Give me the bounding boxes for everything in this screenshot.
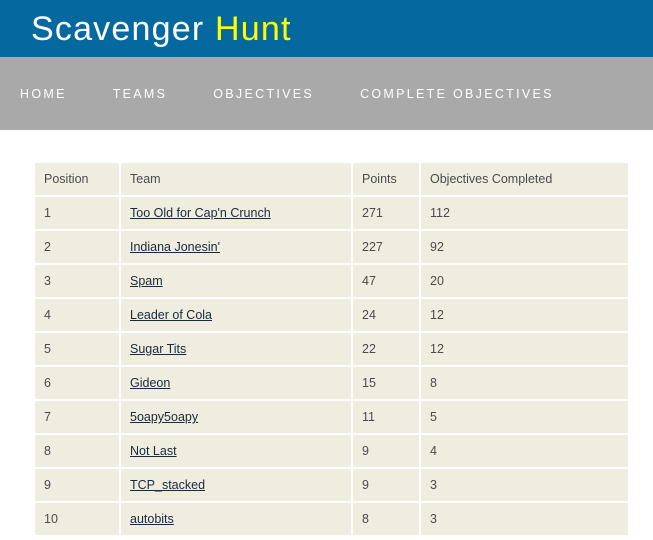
table-row: 7 5oapy5oapy 11 5 (35, 401, 628, 433)
team-link[interactable]: Leader of Cola (130, 308, 212, 322)
nav-item-objectives[interactable]: OBJECTIVES (213, 85, 314, 103)
cell-objectives-completed: 4 (421, 435, 628, 467)
scoreboard-table: Position Team Points Objectives Complete… (33, 161, 630, 537)
cell-team: TCP_stacked (121, 469, 351, 501)
cell-team: Too Old for Cap'n Crunch (121, 197, 351, 229)
table-row: 6 Gideon 15 8 (35, 367, 628, 399)
table-row: 3 Spam 47 20 (35, 265, 628, 297)
nav-item-complete-objectives[interactable]: COMPLETE OBJECTIVES (360, 85, 554, 103)
cell-objectives-completed: 8 (421, 367, 628, 399)
cell-position: 4 (35, 299, 119, 331)
table-row: 10 autobits 8 3 (35, 503, 628, 535)
page-title-accent: Hunt (215, 9, 292, 48)
team-link[interactable]: Spam (130, 274, 163, 288)
page-title-main: Scavenger (31, 9, 205, 48)
page-title: Scavenger Hunt (31, 12, 292, 46)
table-header-row: Position Team Points Objectives Complete… (35, 163, 628, 195)
cell-position: 5 (35, 333, 119, 365)
cell-position: 9 (35, 469, 119, 501)
main-content: Position Team Points Objectives Complete… (0, 130, 653, 537)
table-row: 4 Leader of Cola 24 12 (35, 299, 628, 331)
cell-team: Indiana Jonesin' (121, 231, 351, 263)
team-link[interactable]: Indiana Jonesin' (130, 240, 220, 254)
table-row: 2 Indiana Jonesin' 227 92 (35, 231, 628, 263)
cell-team: autobits (121, 503, 351, 535)
cell-position: 1 (35, 197, 119, 229)
nav-link-home[interactable]: HOME (20, 87, 67, 101)
cell-objectives-completed: 12 (421, 299, 628, 331)
team-link[interactable]: 5oapy5oapy (130, 410, 198, 424)
nav-item-teams[interactable]: TEAMS (113, 85, 168, 103)
nav-link-objectives[interactable]: OBJECTIVES (213, 87, 314, 101)
cell-points: 271 (353, 197, 419, 229)
column-header-position: Position (35, 163, 119, 195)
cell-team: Sugar Tits (121, 333, 351, 365)
team-link[interactable]: Too Old for Cap'n Crunch (130, 206, 271, 220)
cell-team: Leader of Cola (121, 299, 351, 331)
cell-points: 227 (353, 231, 419, 263)
cell-points: 47 (353, 265, 419, 297)
cell-points: 22 (353, 333, 419, 365)
site-header: Scavenger Hunt (0, 0, 653, 57)
column-header-points: Points (353, 163, 419, 195)
nav-link-teams[interactable]: TEAMS (113, 87, 168, 101)
cell-position: 2 (35, 231, 119, 263)
table-row: 5 Sugar Tits 22 12 (35, 333, 628, 365)
cell-team: 5oapy5oapy (121, 401, 351, 433)
team-link[interactable]: Not Last (130, 444, 177, 458)
cell-position: 6 (35, 367, 119, 399)
team-link[interactable]: Gideon (130, 376, 170, 390)
cell-objectives-completed: 20 (421, 265, 628, 297)
cell-objectives-completed: 12 (421, 333, 628, 365)
team-link[interactable]: Sugar Tits (130, 342, 186, 356)
table-row: 1 Too Old for Cap'n Crunch 271 112 (35, 197, 628, 229)
cell-points: 24 (353, 299, 419, 331)
column-header-objectives-completed: Objectives Completed (421, 163, 628, 195)
scoreboard-header: Position Team Points Objectives Complete… (35, 163, 628, 195)
cell-team: Spam (121, 265, 351, 297)
table-row: 9 TCP_stacked 9 3 (35, 469, 628, 501)
cell-points: 15 (353, 367, 419, 399)
cell-points: 8 (353, 503, 419, 535)
nav-item-home[interactable]: HOME (20, 85, 67, 103)
cell-team: Gideon (121, 367, 351, 399)
cell-objectives-completed: 3 (421, 469, 628, 501)
cell-position: 10 (35, 503, 119, 535)
cell-team: Not Last (121, 435, 351, 467)
cell-objectives-completed: 5 (421, 401, 628, 433)
cell-points: 9 (353, 469, 419, 501)
team-link[interactable]: TCP_stacked (130, 478, 205, 492)
cell-objectives-completed: 3 (421, 503, 628, 535)
nav-link-complete-objectives[interactable]: COMPLETE OBJECTIVES (360, 87, 554, 101)
cell-points: 11 (353, 401, 419, 433)
column-header-team: Team (121, 163, 351, 195)
cell-position: 8 (35, 435, 119, 467)
main-navigation: HOME TEAMS OBJECTIVES COMPLETE OBJECTIVE… (0, 57, 653, 130)
nav-list: HOME TEAMS OBJECTIVES COMPLETE OBJECTIVE… (20, 85, 600, 103)
cell-position: 7 (35, 401, 119, 433)
cell-objectives-completed: 92 (421, 231, 628, 263)
cell-position: 3 (35, 265, 119, 297)
cell-points: 9 (353, 435, 419, 467)
cell-objectives-completed: 112 (421, 197, 628, 229)
table-row: 8 Not Last 9 4 (35, 435, 628, 467)
scoreboard-body: 1 Too Old for Cap'n Crunch 271 112 2 Ind… (35, 197, 628, 535)
team-link[interactable]: autobits (130, 512, 174, 526)
